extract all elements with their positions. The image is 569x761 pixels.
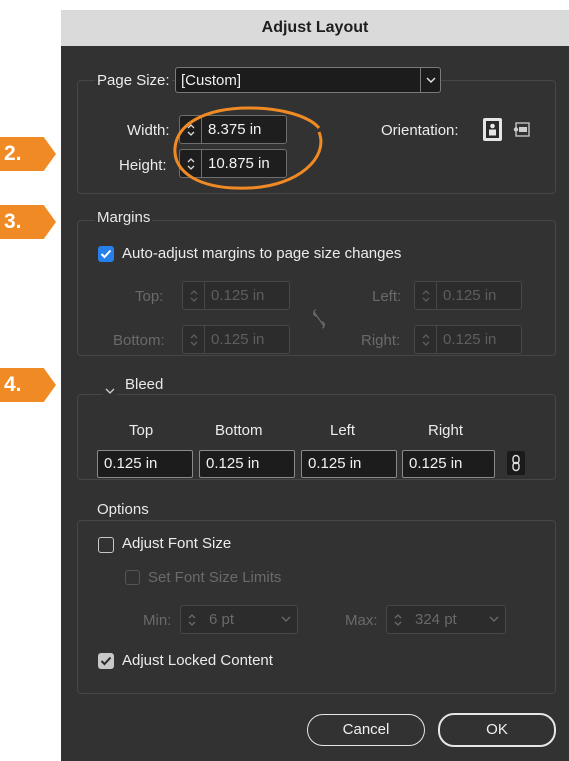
stepper-arrows-icon[interactable] bbox=[181, 606, 203, 633]
bleed-right-input[interactable]: 0.125 in bbox=[402, 450, 495, 478]
margin-right-stepper[interactable]: 0.125 in bbox=[414, 325, 522, 354]
stepper-arrows-icon[interactable] bbox=[415, 326, 437, 353]
portrait-orientation-icon[interactable] bbox=[483, 118, 502, 141]
bleed-right-header: Right bbox=[428, 422, 464, 439]
margins-header: Margins bbox=[95, 209, 153, 227]
highlight-ellipse bbox=[173, 106, 323, 190]
set-font-size-limits-checkbox[interactable] bbox=[125, 570, 140, 585]
checkmark-icon bbox=[100, 656, 112, 666]
max-font-size-stepper[interactable]: 324 pt bbox=[386, 605, 506, 634]
dialog-title: Adjust Layout bbox=[61, 10, 569, 46]
ok-button[interactable]: OK bbox=[438, 713, 556, 747]
margin-bottom-input[interactable]: 0.125 in bbox=[205, 326, 289, 353]
min-font-size-input[interactable]: 6 pt bbox=[203, 606, 275, 633]
orientation-label: Orientation: bbox=[381, 122, 459, 139]
bleed-left-header: Left bbox=[330, 422, 356, 439]
step-marker-3: 3. bbox=[0, 205, 56, 239]
bleed-top-header: Top bbox=[129, 422, 154, 439]
adjust-locked-content-label: Adjust Locked Content bbox=[122, 652, 273, 669]
chevron-down-icon[interactable] bbox=[103, 382, 117, 400]
stepper-arrows-icon[interactable] bbox=[415, 282, 437, 309]
margin-left-input[interactable]: 0.125 in bbox=[437, 282, 521, 309]
step-marker-4: 4. bbox=[0, 368, 56, 402]
stepper-arrows-icon[interactable] bbox=[183, 326, 205, 353]
chain-link-icon[interactable] bbox=[507, 451, 525, 475]
adjust-font-size-checkbox[interactable] bbox=[98, 537, 114, 553]
adjust-font-size-label: Adjust Font Size bbox=[122, 535, 232, 552]
min-font-size-label: Min: bbox=[143, 612, 172, 629]
margin-top-input[interactable]: 0.125 in bbox=[205, 282, 289, 309]
adjust-locked-content-checkbox[interactable] bbox=[98, 653, 114, 669]
stepper-arrows-icon[interactable] bbox=[387, 606, 409, 633]
stepper-arrows-icon[interactable] bbox=[183, 282, 205, 309]
cancel-button[interactable]: Cancel bbox=[307, 714, 425, 746]
chevron-down-icon[interactable] bbox=[275, 606, 297, 633]
auto-adjust-margins-checkbox[interactable] bbox=[98, 246, 114, 262]
width-label: Width: bbox=[127, 122, 170, 139]
chevron-down-icon bbox=[420, 68, 440, 92]
adjust-layout-dialog: Adjust Layout Page Size: [Custom] Width:… bbox=[61, 10, 569, 761]
margin-top-stepper[interactable]: 0.125 in bbox=[182, 281, 290, 310]
page-size-label: Page Size: bbox=[95, 72, 172, 90]
height-label: Height: bbox=[119, 157, 167, 174]
bleed-bottom-input[interactable]: 0.125 in bbox=[199, 450, 295, 478]
chevron-down-icon[interactable] bbox=[483, 606, 505, 633]
landscape-orientation-icon[interactable] bbox=[512, 121, 530, 138]
bleed-header[interactable]: Bleed bbox=[123, 376, 166, 394]
page-size-dropdown[interactable]: [Custom] bbox=[175, 67, 441, 93]
bleed-top-input[interactable]: 0.125 in bbox=[97, 450, 193, 478]
min-font-size-stepper[interactable]: 6 pt bbox=[180, 605, 298, 634]
chain-link-broken-icon[interactable] bbox=[311, 308, 327, 330]
options-header: Options bbox=[95, 501, 151, 519]
margin-left-stepper[interactable]: 0.125 in bbox=[414, 281, 522, 310]
bleed-left-input[interactable]: 0.125 in bbox=[301, 450, 397, 478]
margin-right-label: Right: bbox=[361, 332, 401, 349]
auto-adjust-margins-label: Auto-adjust margins to page size changes bbox=[122, 245, 402, 262]
set-font-size-limits-label: Set Font Size Limits bbox=[148, 569, 282, 586]
page-size-value: [Custom] bbox=[181, 72, 242, 89]
margin-right-input[interactable]: 0.125 in bbox=[437, 326, 521, 353]
margin-left-label: Left: bbox=[372, 288, 402, 305]
margin-bottom-label: Bottom: bbox=[113, 332, 165, 349]
step-marker-2: 2. bbox=[0, 137, 56, 171]
margin-top-label: Top: bbox=[135, 288, 164, 305]
max-font-size-label: Max: bbox=[345, 612, 378, 629]
bleed-bottom-header: Bottom bbox=[215, 422, 263, 439]
max-font-size-input[interactable]: 324 pt bbox=[409, 606, 483, 633]
checkmark-icon bbox=[100, 249, 112, 259]
margin-bottom-stepper[interactable]: 0.125 in bbox=[182, 325, 290, 354]
